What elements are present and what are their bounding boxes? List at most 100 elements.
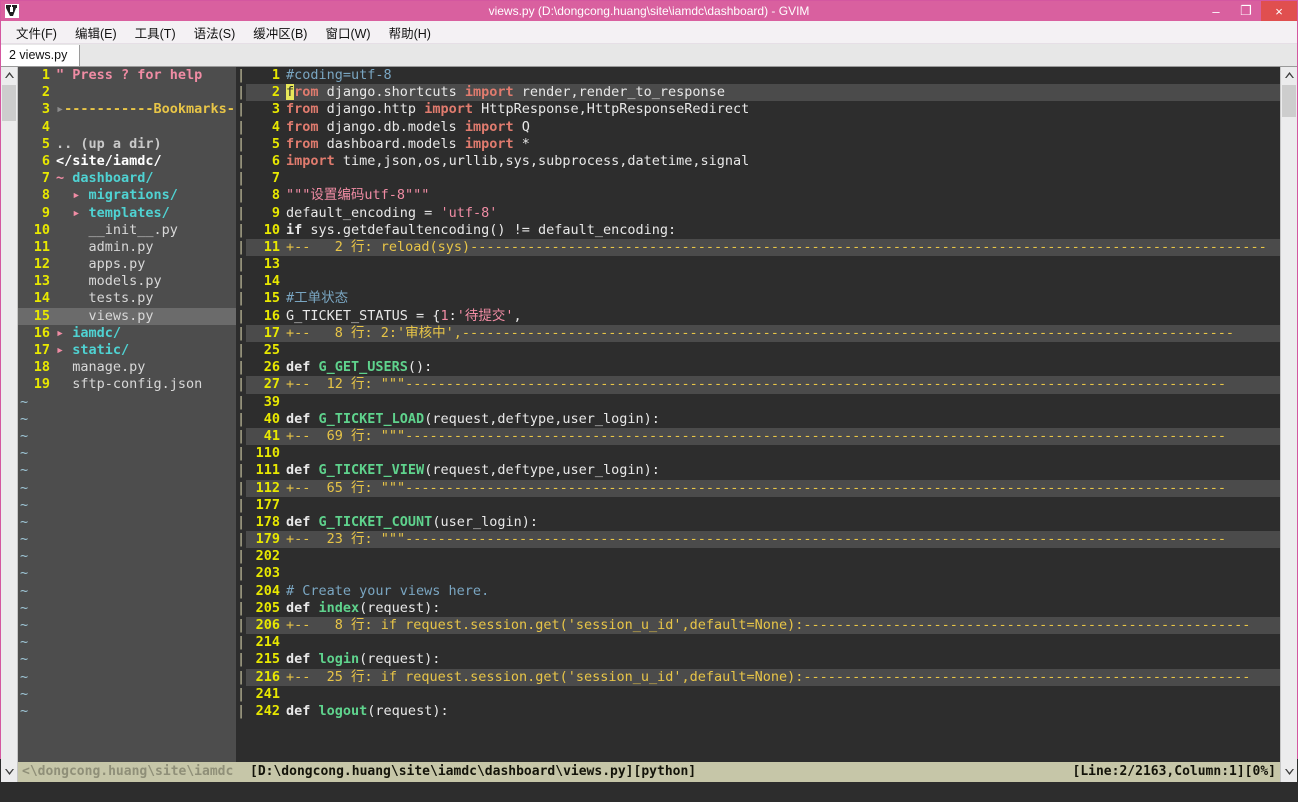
code-line: 3▸-----------Bookmarks----: [18, 101, 236, 118]
tab-bar: 2 views.py: [1, 44, 1297, 67]
code-line: 15 views.py: [18, 308, 236, 325]
editor-status: [D:\dongcong.huang\site\iamdc\dashboard\…: [246, 762, 1280, 782]
tilde-icon: ~: [20, 669, 28, 685]
code-token: index: [319, 600, 360, 616]
code-line: 1" Press ? for help: [18, 67, 236, 84]
code-line: 205def index(request):: [246, 600, 1280, 617]
tilde-icon: ~: [20, 445, 28, 461]
menu-bar: 文件(F)编辑(E)工具(T)语法(S)缓冲区(B)窗口(W)帮助(H): [1, 21, 1297, 44]
code-token: import: [465, 119, 514, 135]
code-line: 11 admin.py: [18, 239, 236, 256]
code-line: 25: [246, 342, 1280, 359]
menu-syntax[interactable]: 语法(S): [185, 21, 245, 44]
line-number: 206: [250, 617, 280, 634]
menu-window[interactable]: 窗口(W): [316, 21, 379, 44]
separator-glyph: |: [236, 187, 246, 204]
up-arrow-icon[interactable]: [1281, 67, 1297, 83]
code-token: render,render_to_response: [514, 84, 725, 100]
line-number: 179: [250, 531, 280, 548]
separator-glyph: |: [236, 136, 246, 153]
right-scrollbar-thumb[interactable]: [1282, 85, 1296, 117]
code-token: # Create your views here.: [286, 583, 489, 599]
line-number: 2: [250, 84, 280, 101]
empty-line-marker: ~: [18, 634, 236, 651]
code-token: #coding=utf-8: [286, 67, 392, 83]
code-line: 9default_encoding = 'utf-8': [246, 205, 1280, 222]
line-number: 1: [250, 67, 280, 84]
left-scrollbar-thumb[interactable]: [2, 85, 16, 121]
code-token: (request,deftype,user_login):: [424, 411, 660, 427]
maximize-button[interactable]: ❐: [1231, 1, 1261, 21]
code-token: views.py: [56, 308, 154, 324]
code-token: def: [286, 359, 319, 375]
empty-line-marker: ~: [18, 394, 236, 411]
up-arrow-icon[interactable]: [1, 67, 17, 83]
code-line: 19 sftp-config.json: [18, 376, 236, 393]
line-number: 9: [20, 205, 50, 222]
code-token: time,json,os,urllib,sys,subprocess,datet…: [335, 153, 750, 169]
menu-tools[interactable]: 工具(T): [126, 21, 185, 44]
separator-glyph: |: [236, 428, 246, 445]
code-line: 215def login(request):: [246, 651, 1280, 668]
code-token: :: [449, 308, 457, 324]
code-line: 3from django.http import HttpResponse,Ht…: [246, 101, 1280, 118]
code-token: import: [424, 101, 473, 117]
code-token: ▸: [56, 205, 89, 221]
menu-file[interactable]: 文件(F): [7, 21, 66, 44]
empty-line-marker: ~: [18, 428, 236, 445]
line-number: 13: [250, 256, 280, 273]
line-number: 10: [250, 222, 280, 239]
code-token: *: [514, 136, 530, 152]
code-line: 13 models.py: [18, 273, 236, 290]
code-line: 2: [18, 84, 236, 101]
code-token: dashboard.models: [319, 136, 465, 152]
right-scrollbar-down-arrow[interactable]: [1280, 762, 1297, 782]
code-token: +-- 69 行: """---------------------------…: [286, 428, 1226, 444]
status-separator: [236, 762, 246, 782]
code-line: 4: [18, 119, 236, 136]
code-token: G_TICKET_COUNT: [319, 514, 433, 530]
code-line: 204# Create your views here.: [246, 583, 1280, 600]
nerdtree-status: <\dongcong.huang\site\iamdc: [18, 762, 236, 782]
code-token: Q: [514, 119, 530, 135]
code-token: (user_login):: [432, 514, 538, 530]
tab-views-py[interactable]: 2 views.py: [1, 45, 80, 66]
close-button[interactable]: ×: [1261, 1, 1297, 21]
code-line: 6import time,json,os,urllib,sys,subproce…: [246, 153, 1280, 170]
tilde-icon: ~: [20, 531, 28, 547]
separator-glyph: |: [236, 669, 246, 686]
code-token: if: [286, 222, 302, 238]
code-token: models.py: [56, 273, 162, 289]
nerdtree-pane[interactable]: 1" Press ? for help23▸-----------Bookmar…: [18, 67, 236, 762]
right-scrollbar[interactable]: [1280, 67, 1297, 762]
menu-help[interactable]: 帮助(H): [380, 21, 440, 44]
code-line: 5.. (up a dir): [18, 136, 236, 153]
code-line: 10 __init__.py: [18, 222, 236, 239]
line-number: 14: [250, 273, 280, 290]
menu-edit[interactable]: 编辑(E): [66, 21, 126, 44]
code-line: 177: [246, 497, 1280, 514]
code-editor-pane[interactable]: 1#coding=utf-82from django.shortcuts imp…: [246, 67, 1280, 762]
code-line: 14: [246, 273, 1280, 290]
line-number: 15: [20, 308, 50, 325]
line-number: 17: [20, 342, 50, 359]
left-scrollbar[interactable]: [1, 67, 18, 762]
code-token: 'utf-8': [440, 205, 497, 221]
menu-buffers[interactable]: 缓冲区(B): [244, 21, 316, 44]
left-scrollbar-down-arrow[interactable]: [1, 762, 18, 782]
line-number: 214: [250, 634, 280, 651]
empty-line-marker: ~: [18, 548, 236, 565]
line-number: 16: [250, 308, 280, 325]
separator-glyph: |: [236, 308, 246, 325]
separator-glyph: |: [236, 634, 246, 651]
line-number: 110: [250, 445, 280, 462]
empty-line-marker: ~: [18, 703, 236, 720]
code-token: sftp-config.json: [56, 376, 202, 392]
code-token: (request):: [359, 651, 440, 667]
code-token: import: [465, 136, 514, 152]
minimize-button[interactable]: –: [1201, 1, 1231, 21]
code-line: 110: [246, 445, 1280, 462]
code-token: (request,deftype,user_login):: [424, 462, 660, 478]
line-number: 26: [250, 359, 280, 376]
empty-line-marker: ~: [18, 531, 236, 548]
